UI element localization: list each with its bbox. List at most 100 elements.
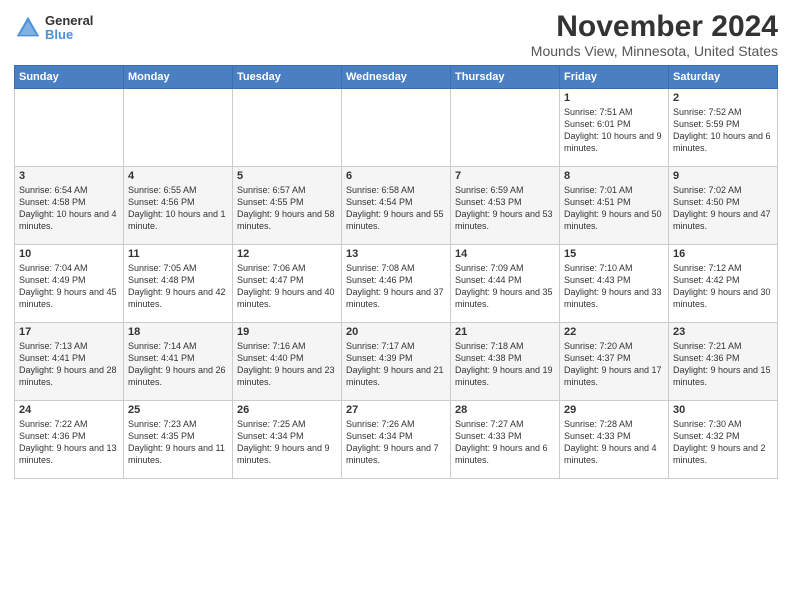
table-row: 27 Sunrise: 7:26 AM Sunset: 4:34 PM Dayli… bbox=[342, 401, 451, 479]
day-info: Sunrise: 6:55 AM Sunset: 4:56 PM Dayligh… bbox=[128, 184, 228, 233]
day-info: Sunrise: 7:01 AM Sunset: 4:51 PM Dayligh… bbox=[564, 184, 664, 233]
day-info: Sunrise: 7:26 AM Sunset: 4:34 PM Dayligh… bbox=[346, 418, 446, 467]
calendar-container: General Blue November 2024 Mounds View, … bbox=[0, 0, 792, 612]
day-number: 10 bbox=[19, 248, 119, 260]
day-info: Sunrise: 7:02 AM Sunset: 4:50 PM Dayligh… bbox=[673, 184, 773, 233]
day-info: Sunrise: 7:10 AM Sunset: 4:43 PM Dayligh… bbox=[564, 262, 664, 311]
day-info: Sunrise: 7:27 AM Sunset: 4:33 PM Dayligh… bbox=[455, 418, 555, 467]
table-row: 3 Sunrise: 6:54 AM Sunset: 4:58 PM Daylig… bbox=[15, 167, 124, 245]
day-info: Sunrise: 7:20 AM Sunset: 4:37 PM Dayligh… bbox=[564, 340, 664, 389]
day-number: 25 bbox=[128, 404, 228, 416]
col-saturday: Saturday bbox=[669, 66, 778, 89]
logo-icon bbox=[14, 14, 42, 42]
table-row: 11 Sunrise: 7:05 AM Sunset: 4:48 PM Dayli… bbox=[124, 245, 233, 323]
day-number: 29 bbox=[564, 404, 664, 416]
day-number: 30 bbox=[673, 404, 773, 416]
day-number: 11 bbox=[128, 248, 228, 260]
day-number: 2 bbox=[673, 92, 773, 104]
table-row: 29 Sunrise: 7:28 AM Sunset: 4:33 PM Dayli… bbox=[560, 401, 669, 479]
day-info: Sunrise: 6:58 AM Sunset: 4:54 PM Dayligh… bbox=[346, 184, 446, 233]
day-info: Sunrise: 7:17 AM Sunset: 4:39 PM Dayligh… bbox=[346, 340, 446, 389]
table-row: 26Sunrise: 7:25 AM Sunset: 4:34 PM Dayli… bbox=[233, 401, 342, 479]
day-info: Sunrise: 7:25 AM Sunset: 4:34 PM Dayligh… bbox=[237, 418, 337, 467]
day-info: Sunrise: 7:52 AM Sunset: 5:59 PM Dayligh… bbox=[673, 106, 773, 155]
day-info: Sunrise: 7:05 AM Sunset: 4:48 PM Dayligh… bbox=[128, 262, 228, 311]
day-number: 13 bbox=[346, 248, 446, 260]
table-row: 19 Sunrise: 7:16 AM Sunset: 4:40 PM Dayli… bbox=[233, 323, 342, 401]
calendar-week-row: 3 Sunrise: 6:54 AM Sunset: 4:58 PM Daylig… bbox=[15, 167, 778, 245]
logo-text: General Blue bbox=[45, 14, 93, 43]
day-number: 27 bbox=[346, 404, 446, 416]
table-row: 10Sunrise: 7:04 AM Sunset: 4:49 PM Dayli… bbox=[15, 245, 124, 323]
calendar-week-row: 24 Sunrise: 7:22 AM Sunset: 4:36 PM Dayli… bbox=[15, 401, 778, 479]
table-row: 25Sunrise: 7:23 AM Sunset: 4:35 PM Dayli… bbox=[124, 401, 233, 479]
calendar-table: Sunday Monday Tuesday Wednesday Thursday… bbox=[14, 65, 778, 479]
table-row: 14Sunrise: 7:09 AM Sunset: 4:44 PM Dayli… bbox=[451, 245, 560, 323]
day-number: 19 bbox=[237, 326, 337, 338]
day-info: Sunrise: 7:08 AM Sunset: 4:46 PM Dayligh… bbox=[346, 262, 446, 311]
table-row: 21 Sunrise: 7:18 AM Sunset: 4:38 PM Dayli… bbox=[451, 323, 560, 401]
day-number: 6 bbox=[346, 170, 446, 182]
col-tuesday: Tuesday bbox=[233, 66, 342, 89]
table-row: 16 Sunrise: 7:12 AM Sunset: 4:42 PM Dayli… bbox=[669, 245, 778, 323]
day-number: 7 bbox=[455, 170, 555, 182]
day-number: 9 bbox=[673, 170, 773, 182]
table-row: 23 Sunrise: 7:21 AM Sunset: 4:36 PM Dayli… bbox=[669, 323, 778, 401]
logo-general-label: General bbox=[45, 14, 93, 28]
day-number: 15 bbox=[564, 248, 664, 260]
table-row: 13 Sunrise: 7:08 AM Sunset: 4:46 PM Dayli… bbox=[342, 245, 451, 323]
day-info: Sunrise: 7:28 AM Sunset: 4:33 PM Dayligh… bbox=[564, 418, 664, 467]
col-friday: Friday bbox=[560, 66, 669, 89]
table-row: 7Sunrise: 6:59 AM Sunset: 4:53 PM Daylig… bbox=[451, 167, 560, 245]
table-row: 4 Sunrise: 6:55 AM Sunset: 4:56 PM Daylig… bbox=[124, 167, 233, 245]
day-number: 21 bbox=[455, 326, 555, 338]
day-number: 23 bbox=[673, 326, 773, 338]
table-row bbox=[124, 89, 233, 167]
day-info: Sunrise: 7:22 AM Sunset: 4:36 PM Dayligh… bbox=[19, 418, 119, 467]
day-info: Sunrise: 6:54 AM Sunset: 4:58 PM Dayligh… bbox=[19, 184, 119, 233]
col-monday: Monday bbox=[124, 66, 233, 89]
header: General Blue November 2024 Mounds View, … bbox=[14, 10, 778, 59]
table-row bbox=[342, 89, 451, 167]
day-number: 16 bbox=[673, 248, 773, 260]
table-row: 1 Sunrise: 7:51 AM Sunset: 6:01 PM Daylig… bbox=[560, 89, 669, 167]
day-info: Sunrise: 7:16 AM Sunset: 4:40 PM Dayligh… bbox=[237, 340, 337, 389]
col-wednesday: Wednesday bbox=[342, 66, 451, 89]
page-subtitle: Mounds View, Minnesota, United States bbox=[531, 43, 778, 59]
page-title: November 2024 bbox=[531, 10, 778, 43]
calendar-week-row: 10Sunrise: 7:04 AM Sunset: 4:49 PM Dayli… bbox=[15, 245, 778, 323]
day-number: 20 bbox=[346, 326, 446, 338]
day-number: 18 bbox=[128, 326, 228, 338]
calendar-week-row: 17 Sunrise: 7:13 AM Sunset: 4:41 PM Dayli… bbox=[15, 323, 778, 401]
day-info: Sunrise: 7:18 AM Sunset: 4:38 PM Dayligh… bbox=[455, 340, 555, 389]
day-info: Sunrise: 7:30 AM Sunset: 4:32 PM Dayligh… bbox=[673, 418, 773, 467]
table-row: 6 Sunrise: 6:58 AM Sunset: 4:54 PM Daylig… bbox=[342, 167, 451, 245]
day-info: Sunrise: 7:51 AM Sunset: 6:01 PM Dayligh… bbox=[564, 106, 664, 155]
table-row bbox=[233, 89, 342, 167]
day-number: 14 bbox=[455, 248, 555, 260]
table-row: 18Sunrise: 7:14 AM Sunset: 4:41 PM Dayli… bbox=[124, 323, 233, 401]
table-row: 12Sunrise: 7:06 AM Sunset: 4:47 PM Dayli… bbox=[233, 245, 342, 323]
logo: General Blue bbox=[14, 14, 93, 43]
table-row: 17 Sunrise: 7:13 AM Sunset: 4:41 PM Dayli… bbox=[15, 323, 124, 401]
logo-blue-label: Blue bbox=[45, 28, 93, 42]
table-row: 22Sunrise: 7:20 AM Sunset: 4:37 PM Dayli… bbox=[560, 323, 669, 401]
day-number: 24 bbox=[19, 404, 119, 416]
day-number: 3 bbox=[19, 170, 119, 182]
title-block: November 2024 Mounds View, Minnesota, Un… bbox=[531, 10, 778, 59]
day-info: Sunrise: 7:21 AM Sunset: 4:36 PM Dayligh… bbox=[673, 340, 773, 389]
table-row: 28 Sunrise: 7:27 AM Sunset: 4:33 PM Dayli… bbox=[451, 401, 560, 479]
day-number: 4 bbox=[128, 170, 228, 182]
day-info: Sunrise: 7:13 AM Sunset: 4:41 PM Dayligh… bbox=[19, 340, 119, 389]
table-row: 30 Sunrise: 7:30 AM Sunset: 4:32 PM Dayli… bbox=[669, 401, 778, 479]
day-number: 1 bbox=[564, 92, 664, 104]
table-row bbox=[15, 89, 124, 167]
calendar-week-row: 1 Sunrise: 7:51 AM Sunset: 6:01 PM Daylig… bbox=[15, 89, 778, 167]
day-number: 28 bbox=[455, 404, 555, 416]
calendar-header-row: Sunday Monday Tuesday Wednesday Thursday… bbox=[15, 66, 778, 89]
day-info: Sunrise: 7:12 AM Sunset: 4:42 PM Dayligh… bbox=[673, 262, 773, 311]
day-number: 12 bbox=[237, 248, 337, 260]
day-number: 8 bbox=[564, 170, 664, 182]
day-info: Sunrise: 6:57 AM Sunset: 4:55 PM Dayligh… bbox=[237, 184, 337, 233]
day-number: 17 bbox=[19, 326, 119, 338]
